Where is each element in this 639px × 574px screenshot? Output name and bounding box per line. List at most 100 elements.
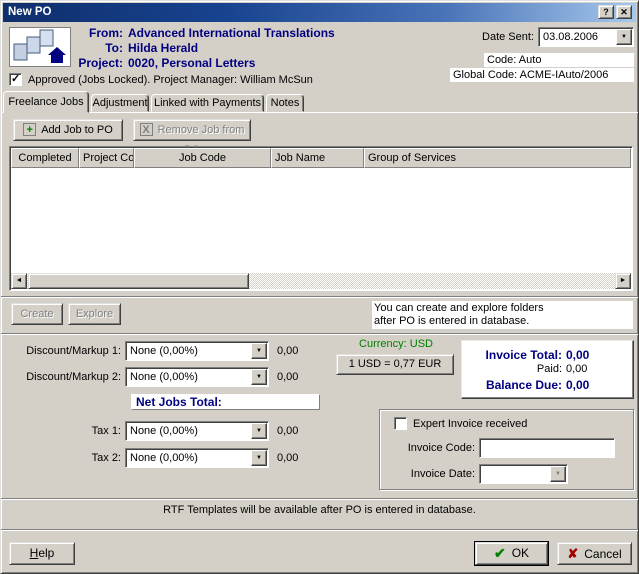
chevron-down-icon[interactable]: ▼ [616,29,632,45]
tab-freelance-jobs[interactable]: Freelance Jobs [3,91,89,113]
help-titlebar-button[interactable]: ? [598,5,614,19]
currency-label: Currency: USD [336,338,456,350]
approved-checkbox[interactable]: ✓ [9,73,22,86]
separator [1,498,638,500]
x-icon: ✘ [567,546,578,561]
discount-markup-2-amount: 0,00 [277,371,298,383]
close-button[interactable]: ✕ [616,5,632,19]
tax-2-value: None (0,00%) [130,451,198,465]
horizontal-scrollbar[interactable]: ◄ ► [11,273,631,289]
project-row: Project:0020, Personal Letters [71,56,401,71]
paid-value: 0,00 [566,363,587,375]
create-label: Create [20,308,53,320]
scrollbar-thumb[interactable] [28,273,249,289]
add-plus-icon: + [23,123,36,136]
column-header-group-of-services[interactable]: Group of Services [364,148,631,168]
po-documents-icon [9,27,71,67]
from-value: Advanced International Translations [128,26,335,40]
project-label: Project: [71,56,123,71]
to-row: To: Hilda Herald [71,41,401,56]
tax-2-label: Tax 2: [1,452,121,464]
check-icon: ✓ [11,72,20,85]
folders-note-line1: You can create and explore folders [374,302,633,315]
discount-markup-1-label: Discount/Markup 1: [1,345,121,357]
tab-adjustment[interactable]: Adjustment [91,94,149,112]
invoice-code-label: Invoice Code: [380,442,475,454]
invoice-date-label: Invoice Date: [380,468,475,480]
to-value: Hilda Herald [128,41,198,55]
discount-markup-1-amount: 0,00 [277,345,298,357]
column-header-job-code[interactable]: Job Code [134,148,271,168]
invoice-total-label: Invoice Total: [462,348,562,362]
discount-markup-2-label: Discount/Markup 2: [1,371,121,383]
remove-x-icon: X [140,123,153,136]
add-job-label: Add Job to PO [41,124,113,136]
chevron-down-icon[interactable]: ▼ [251,450,267,466]
discount-markup-2-combobox[interactable]: None (0,00%) ▼ [125,367,269,387]
discount-markup-1-value: None (0,00%) [130,344,198,358]
help-button[interactable]: Help [9,542,75,565]
tax-1-value: None (0,00%) [130,424,198,438]
discount-markup-1-combobox[interactable]: None (0,00%) ▼ [125,341,269,361]
chevron-down-icon[interactable]: ▼ [550,466,566,482]
from-label: From: [71,26,123,41]
new-po-dialog: New PO ? ✕ From: Advanced International T… [0,0,639,574]
balance-due-value: 0,00 [566,378,589,392]
jobs-list-body[interactable] [11,168,631,273]
tax-1-amount: 0,00 [277,425,298,437]
chevron-down-icon[interactable]: ▼ [251,423,267,439]
expert-invoice-checkbox[interactable] [394,417,407,430]
remove-job-button[interactable]: XRemove Job from PO [133,119,251,141]
ok-label: OK [512,546,529,560]
discount-markup-2-value: None (0,00%) [130,370,198,384]
paid-row: Paid:0,00 [462,363,633,378]
jobs-list-header: Completed Project Code Job Code Job Name… [11,148,631,168]
scroll-right-icon[interactable]: ► [615,273,631,289]
titlebar[interactable]: New PO ? ✕ [3,3,636,22]
balance-due-label: Balance Due: [462,378,562,392]
chevron-down-icon[interactable]: ▼ [251,369,267,385]
scroll-left-icon[interactable]: ◄ [11,273,27,289]
home-icon [48,47,66,63]
cancel-label: Cancel [584,547,621,561]
rtf-templates-note: RTF Templates will be available after PO… [1,504,638,516]
date-sent-label: Date Sent: [434,31,534,43]
column-header-job-name[interactable]: Job Name [271,148,364,168]
invoice-total-value: 0,00 [566,348,589,362]
balance-due-row: Balance Due: 0,00 [462,378,633,393]
from-row: From: Advanced International Translations [71,26,401,41]
column-header-project-code[interactable]: Project Code [79,148,134,168]
separator [1,296,638,298]
net-jobs-total-label: Net Jobs Total: [131,394,319,409]
tab-linked-with-payments[interactable]: Linked with Payments [151,94,264,112]
tax-2-combobox[interactable]: None (0,00%) ▼ [125,448,269,468]
jobs-list[interactable]: Completed Project Code Job Code Job Name… [9,146,633,291]
invoice-code-input[interactable] [479,438,615,458]
po-header-info: From: Advanced International Translations… [71,26,401,71]
invoice-date-combobox[interactable]: ▼ [479,464,568,484]
explore-folder-button[interactable]: Explore [68,303,121,325]
date-sent-value: 03.08.2006 [543,30,598,44]
to-label: To: [71,41,123,56]
expert-invoice-label: Expert Invoice received [413,418,527,430]
separator [1,333,638,335]
folders-note: You can create and explore folders after… [372,301,633,329]
tax-1-combobox[interactable]: None (0,00%) ▼ [125,421,269,441]
date-sent-combobox[interactable]: 03.08.2006 ▼ [538,27,634,47]
exchange-rate-button[interactable]: 1 USD = 0,77 EUR [336,354,454,375]
column-header-completed[interactable]: Completed [11,148,79,168]
chevron-down-icon[interactable]: ▼ [251,343,267,359]
help-label: elp [38,546,54,560]
ok-button[interactable]: ✔OK [475,542,548,565]
tab-pane-border [1,112,638,113]
create-folder-button[interactable]: Create [11,303,63,325]
invoice-summary-panel: Invoice Total: 0,00 Paid:0,00 Balance Due… [461,340,634,399]
tax-1-label: Tax 1: [1,425,121,437]
explore-label: Explore [76,308,113,320]
expert-invoice-group: Expert Invoice received Invoice Code: In… [379,409,634,490]
tab-notes[interactable]: Notes [266,94,304,112]
add-job-button[interactable]: + Add Job to PO [13,119,123,141]
cancel-button[interactable]: ✘ Cancel [557,542,632,565]
separator [1,529,638,531]
tax-2-amount: 0,00 [277,452,298,464]
